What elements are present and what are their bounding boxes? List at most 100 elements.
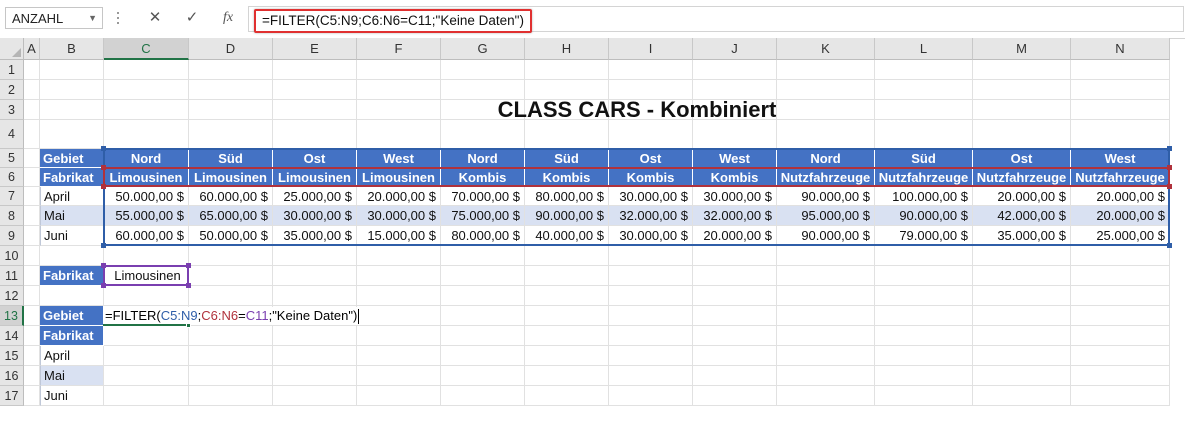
range-handle[interactable]	[1167, 184, 1172, 189]
grid-cell[interactable]	[189, 346, 273, 366]
grid-cell[interactable]	[525, 306, 609, 326]
fabrikat-cell[interactable]: Nutzfahrzeuge	[875, 168, 973, 187]
grid-cell[interactable]	[1071, 80, 1170, 100]
value-cell[interactable]: 79.000,00 $	[875, 226, 973, 246]
grid-cell[interactable]	[777, 120, 875, 149]
value-cell[interactable]: 20.000,00 $	[357, 187, 441, 206]
grid-cell[interactable]	[1071, 326, 1170, 346]
grid-cell[interactable]	[104, 80, 189, 100]
grid-cell[interactable]	[189, 120, 273, 149]
gebiet-header[interactable]: Gebiet	[40, 149, 104, 168]
grid-cell[interactable]	[104, 326, 189, 346]
column-header-f[interactable]: F	[357, 38, 441, 60]
value-cell[interactable]: 30.000,00 $	[609, 226, 693, 246]
grid-cell[interactable]	[189, 326, 273, 346]
row-header-13[interactable]: 13	[0, 306, 24, 326]
fabrikat-cell[interactable]: Limousinen	[273, 168, 357, 187]
grid-cell[interactable]	[525, 60, 609, 80]
grid-cell[interactable]	[973, 326, 1071, 346]
grid-cell[interactable]	[973, 306, 1071, 326]
grid-cell[interactable]	[973, 366, 1071, 386]
grid-cell[interactable]	[357, 386, 441, 406]
row-header-3[interactable]: 3	[0, 100, 24, 120]
grid-cell[interactable]	[441, 386, 525, 406]
column-header-i[interactable]: I	[609, 38, 693, 60]
value-cell[interactable]: 42.000,00 $	[973, 206, 1071, 226]
grid-cell[interactable]	[1071, 386, 1170, 406]
column-header-n[interactable]: N	[1071, 38, 1170, 60]
grid-cell[interactable]	[973, 120, 1071, 149]
value-cell[interactable]: 50.000,00 $	[104, 187, 189, 206]
insert-function-icon[interactable]: fx	[215, 8, 241, 28]
grid-cell[interactable]	[441, 120, 525, 149]
gebiet-cell[interactable]: Nord	[441, 149, 525, 168]
grid-cell[interactable]	[189, 386, 273, 406]
value-cell[interactable]: 30.000,00 $	[273, 206, 357, 226]
grid-cell[interactable]	[357, 60, 441, 80]
grid-cell[interactable]	[609, 60, 693, 80]
fabrikat-cell[interactable]: Kombis	[525, 168, 609, 187]
row-header-12[interactable]: 12	[0, 286, 24, 306]
value-cell[interactable]: 65.000,00 $	[189, 206, 273, 226]
grid-cell[interactable]	[357, 306, 441, 326]
grid-cell[interactable]	[189, 246, 273, 266]
grid-cell[interactable]	[441, 366, 525, 386]
grid-cell[interactable]	[609, 306, 693, 326]
value-cell[interactable]: 35.000,00 $	[273, 226, 357, 246]
grid-cell[interactable]	[973, 286, 1071, 306]
grid-cell[interactable]	[1071, 60, 1170, 80]
grid-cell[interactable]	[357, 366, 441, 386]
grid-cell[interactable]	[875, 60, 973, 80]
fabrikat-cell[interactable]: Limousinen	[189, 168, 273, 187]
grid-cell[interactable]	[525, 326, 609, 346]
gebiet-cell[interactable]: West	[357, 149, 441, 168]
grid-cell[interactable]	[693, 306, 777, 326]
grid-cell[interactable]	[973, 346, 1071, 366]
value-cell[interactable]: 60.000,00 $	[189, 187, 273, 206]
grid-cell[interactable]	[357, 286, 441, 306]
grid-cell[interactable]	[777, 80, 875, 100]
fabrikat-cell[interactable]: Nutzfahrzeuge	[973, 168, 1071, 187]
grid-cell[interactable]	[40, 100, 104, 120]
result-month-label[interactable]: April	[40, 346, 104, 366]
grid-cell[interactable]	[525, 246, 609, 266]
grid-cell[interactable]	[24, 306, 40, 326]
gebiet-cell[interactable]: Nord	[104, 149, 189, 168]
grid-cell[interactable]	[875, 80, 973, 100]
row-header-10[interactable]: 10	[0, 246, 24, 266]
column-header-l[interactable]: L	[875, 38, 973, 60]
grid-cell[interactable]	[609, 326, 693, 346]
gebiet-cell[interactable]: Nord	[777, 149, 875, 168]
grid-cell[interactable]	[273, 286, 357, 306]
fabrikat-cell[interactable]: Kombis	[441, 168, 525, 187]
row-header-16[interactable]: 16	[0, 366, 24, 386]
chevron-down-icon[interactable]: ▼	[88, 13, 97, 23]
range-handle[interactable]	[101, 184, 106, 189]
grid-cell[interactable]	[104, 366, 189, 386]
grid-cell[interactable]	[777, 266, 875, 286]
grid-cell[interactable]	[357, 266, 441, 286]
value-cell[interactable]: 90.000,00 $	[875, 206, 973, 226]
value-cell[interactable]: 15.000,00 $	[357, 226, 441, 246]
grid-cell[interactable]	[273, 120, 357, 149]
row-header-4[interactable]: 4	[0, 120, 24, 149]
grid-cell[interactable]	[441, 246, 525, 266]
grid-cell[interactable]	[693, 366, 777, 386]
column-header-c[interactable]: C	[104, 38, 189, 60]
grid-cell[interactable]	[777, 60, 875, 80]
grid-cell[interactable]	[777, 246, 875, 266]
column-header-a[interactable]: A	[24, 38, 40, 60]
grid-cell[interactable]	[24, 386, 40, 406]
range-handle[interactable]	[101, 146, 106, 151]
value-cell[interactable]: 32.000,00 $	[693, 206, 777, 226]
gebiet-cell[interactable]: Süd	[875, 149, 973, 168]
range-handle[interactable]	[1167, 146, 1172, 151]
fill-handle[interactable]	[186, 323, 191, 328]
column-header-m[interactable]: M	[973, 38, 1071, 60]
value-cell[interactable]: 35.000,00 $	[973, 226, 1071, 246]
grid-cell[interactable]	[189, 60, 273, 80]
grid-cell[interactable]	[357, 246, 441, 266]
grid-cell[interactable]	[875, 366, 973, 386]
grid-cell[interactable]	[24, 246, 40, 266]
grid-cell[interactable]	[441, 266, 525, 286]
